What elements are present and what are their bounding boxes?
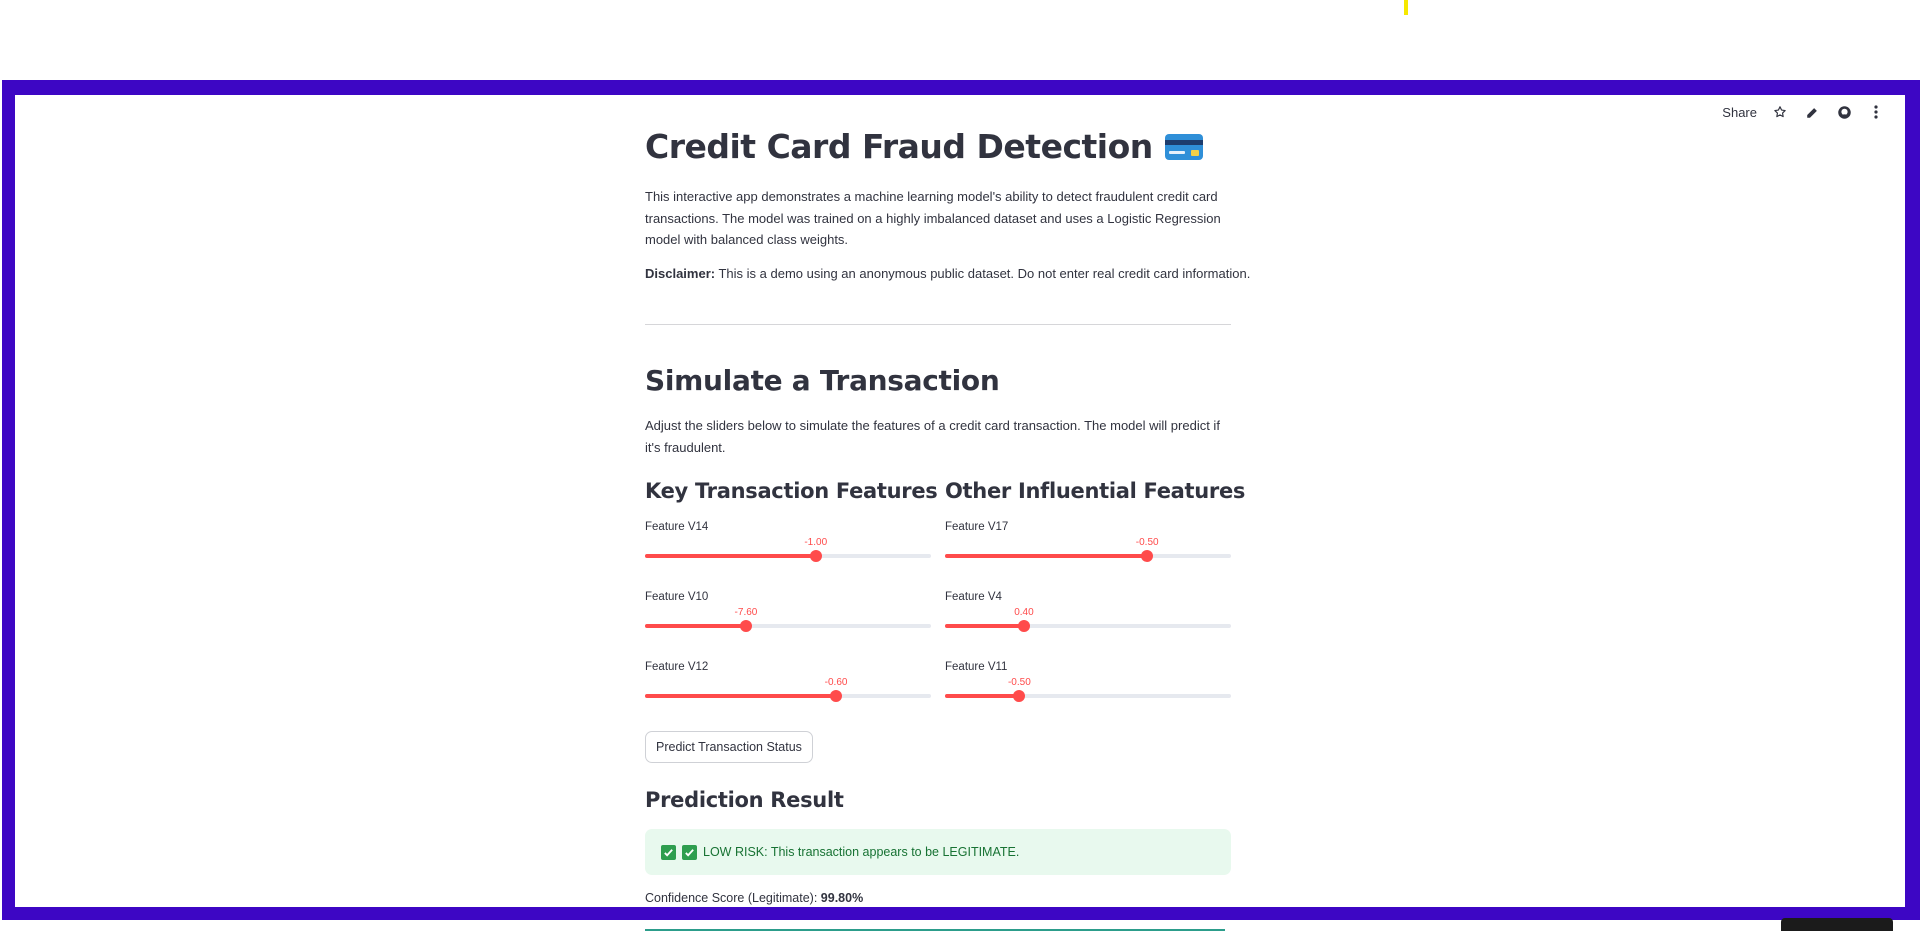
more-menu-icon[interactable]: [1867, 103, 1885, 121]
share-button[interactable]: Share: [1722, 105, 1757, 120]
slider-feature-v11[interactable]: Feature V11 -0.50: [945, 661, 1231, 711]
confidence-value: 99.80%: [820, 891, 864, 905]
slider-fill: [945, 624, 1024, 628]
disclaimer-text: This is a demo using an anonymous public…: [715, 266, 1251, 281]
slider-feature-v10[interactable]: Feature V10 -7.60: [645, 591, 931, 641]
disclaimer-label: Disclaimer:: [645, 266, 716, 281]
check-box-icon: [661, 844, 676, 860]
slider-fill: [645, 554, 816, 558]
slider-label: Feature V10: [645, 591, 709, 603]
slider-feature-v4[interactable]: Feature V4 0.40: [945, 591, 1231, 641]
slider-label: Feature V12: [645, 661, 709, 673]
page-title: Credit Card Fraud Detection: [645, 127, 1203, 166]
top-toolbar: Share: [1722, 103, 1885, 121]
slider-label: Feature V14: [645, 521, 709, 533]
slider-fill: [645, 694, 837, 698]
slider-thumb[interactable]: [809, 550, 822, 562]
corner-panel: [1781, 918, 1893, 931]
confidence-label: Confidence Score (Legitimate):: [645, 891, 818, 905]
intro-text: This interactive app demonstrates a mach…: [645, 189, 1221, 247]
simulate-heading: Simulate a Transaction: [645, 364, 1000, 397]
slider-label: Feature V17: [945, 521, 1009, 533]
slider-thumb[interactable]: [1017, 620, 1030, 632]
slider-thumb[interactable]: [830, 690, 843, 702]
page-title-text: Credit Card Fraud Detection: [645, 127, 1153, 166]
slider-fill: [945, 554, 1148, 558]
simulate-description: Adjust the sliders below to simulate the…: [645, 418, 1220, 455]
slider-thumb[interactable]: [1013, 690, 1026, 702]
other-features-heading: Other Influential Features: [945, 479, 1246, 503]
alert-text: LOW RISK: This transaction appears to be…: [703, 845, 1020, 859]
slider-thumb[interactable]: [1141, 550, 1154, 562]
slider-fill: [645, 624, 746, 628]
yellow-marker: [1404, 0, 1408, 15]
slider-feature-v17[interactable]: Feature V17 -0.50: [945, 521, 1231, 571]
credit-card-icon: [1164, 133, 1203, 160]
slider-feature-v12[interactable]: Feature V12 -0.60: [645, 661, 931, 711]
prediction-alert: LOW RISK: This transaction appears to be…: [645, 829, 1231, 875]
slider-value: -0.60: [824, 677, 848, 688]
slider-thumb[interactable]: [739, 620, 752, 632]
github-icon[interactable]: [1835, 103, 1853, 121]
slider-value: -7.60: [734, 607, 758, 618]
prediction-result-heading: Prediction Result: [645, 788, 844, 812]
slider-value: -0.50: [1135, 537, 1159, 548]
divider: [645, 324, 1231, 325]
slider-label: Feature V11: [945, 661, 1008, 673]
check-box-icon: [682, 844, 697, 860]
key-features-heading: Key Transaction Features: [645, 479, 938, 503]
slider-feature-v14[interactable]: Feature V14 -1.00: [645, 521, 931, 571]
confidence-score: Confidence Score (Legitimate): 99.80%: [645, 891, 863, 905]
app-container: Share Credit Card Fraud Detection This i…: [15, 95, 1905, 907]
other-features-column: Other Influential Features Feature V17 -…: [945, 479, 1246, 702]
key-features-column: Key Transaction Features Feature V14 -1.…: [645, 479, 938, 702]
slider-label: Feature V4: [945, 591, 1002, 603]
predict-button[interactable]: Predict Transaction Status: [645, 731, 813, 763]
slider-value: -1.00: [804, 537, 828, 548]
slider-value: 0.40: [1014, 607, 1034, 618]
slider-fill: [945, 694, 1020, 698]
disclaimer: Disclaimer: This is a demo using an anon…: [645, 263, 1250, 285]
star-icon[interactable]: [1771, 103, 1789, 121]
edit-pencil-icon[interactable]: [1803, 103, 1821, 121]
slider-value: -0.50: [1007, 677, 1031, 688]
